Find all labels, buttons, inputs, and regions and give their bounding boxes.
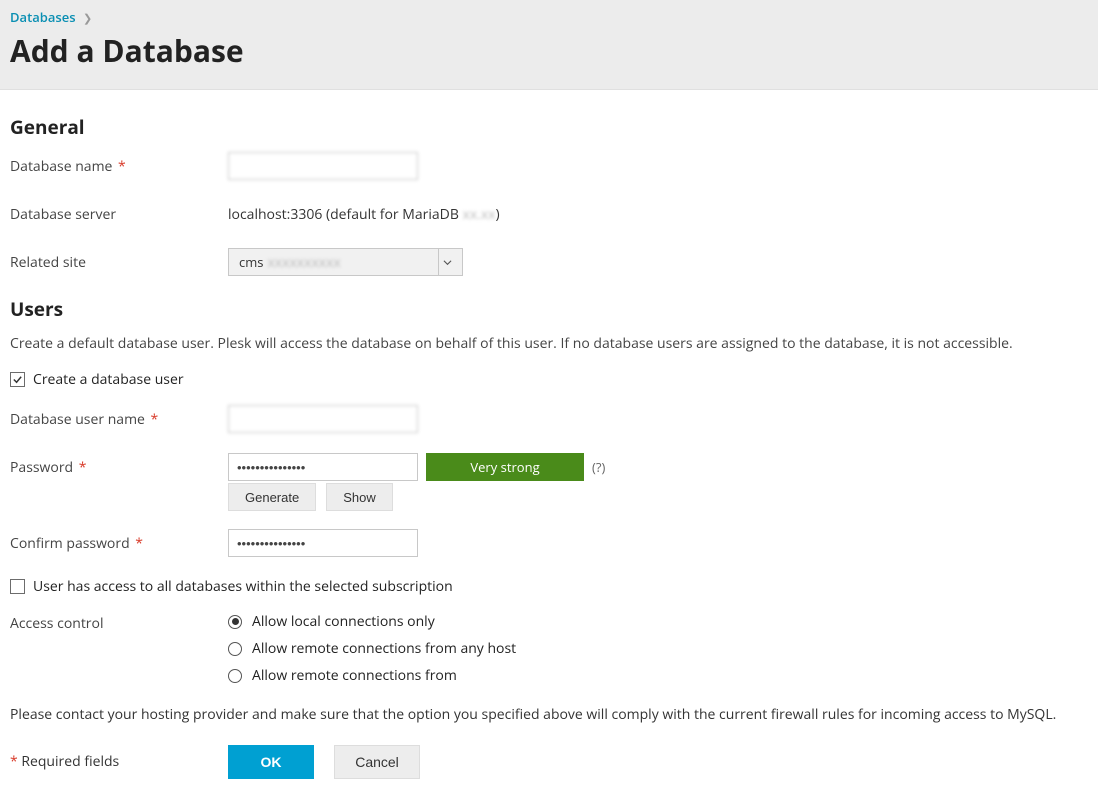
form-content: General Database name * Database server … xyxy=(0,90,1098,799)
related-site-select[interactable]: cms xxxxxxxxxx xyxy=(228,248,463,276)
radio-row-local: Allow local connections only xyxy=(228,612,516,631)
breadcrumb-link-databases[interactable]: Databases xyxy=(10,8,76,26)
required-asterisk: * xyxy=(75,458,86,477)
access-from-label: Allow remote connections from xyxy=(252,666,457,685)
chevron-down-icon xyxy=(438,249,456,275)
label-access-control: Access control xyxy=(10,612,228,633)
required-fields-note: * Required fields xyxy=(10,752,228,771)
row-confirm-password: Confirm password * xyxy=(10,529,1088,557)
create-user-checkbox[interactable] xyxy=(10,372,25,387)
create-user-checkbox-label: Create a database user xyxy=(33,370,184,389)
password-strength-badge: Very strong xyxy=(426,453,584,481)
section-users-heading: Users xyxy=(10,296,1088,322)
label-database-server: Database server xyxy=(10,205,228,224)
row-password: Password * Very strong (?) xyxy=(10,453,1088,481)
section-general-heading: General xyxy=(10,114,1088,140)
label-password: Password * xyxy=(10,458,228,477)
required-asterisk: * xyxy=(147,410,158,429)
label-confirm-password: Confirm password * xyxy=(10,534,228,553)
row-user-name: Database user name * xyxy=(10,405,1088,433)
required-asterisk: * xyxy=(114,157,125,176)
required-asterisk: * xyxy=(132,534,143,553)
access-from-radio[interactable] xyxy=(228,669,242,683)
label-user-name: Database user name * xyxy=(10,410,228,429)
row-password-buttons: Generate Show xyxy=(228,483,1088,511)
row-related-site: Related site cms xxxxxxxxxx xyxy=(10,248,1088,276)
footer-row: * Required fields OK Cancel xyxy=(10,745,1088,779)
firewall-note: Please contact your hosting provider and… xyxy=(10,705,1088,725)
user-name-input[interactable] xyxy=(228,405,418,433)
row-all-db-checkbox: User has access to all databases within … xyxy=(10,577,1088,596)
label-database-name: Database name * xyxy=(10,157,228,176)
all-databases-checkbox[interactable] xyxy=(10,579,25,594)
label-related-site: Related site xyxy=(10,253,228,272)
row-access-control: Access control Allow local connections o… xyxy=(10,612,1088,685)
row-database-name: Database name * xyxy=(10,152,1088,180)
access-control-radio-group: Allow local connections only Allow remot… xyxy=(228,612,516,685)
all-databases-checkbox-label: User has access to all databases within … xyxy=(33,577,453,596)
page-title: Add a Database xyxy=(10,30,1088,71)
users-help-text: Create a default database user. Plesk wi… xyxy=(10,334,1088,354)
access-local-label: Allow local connections only xyxy=(252,612,435,631)
radio-row-from: Allow remote connections from xyxy=(228,666,516,685)
confirm-password-input[interactable] xyxy=(228,529,418,557)
database-name-input[interactable] xyxy=(228,152,418,180)
ok-button[interactable]: OK xyxy=(228,745,314,779)
generate-button[interactable]: Generate xyxy=(228,483,316,511)
database-server-value: localhost:3306 (default for MariaDB xx.x… xyxy=(228,205,500,224)
row-database-server: Database server localhost:3306 (default … xyxy=(10,200,1088,228)
access-any-host-radio[interactable] xyxy=(228,642,242,656)
access-local-radio[interactable] xyxy=(228,615,242,629)
breadcrumb: Databases ❯ xyxy=(10,8,1088,26)
cancel-button[interactable]: Cancel xyxy=(334,745,420,779)
radio-row-any-host: Allow remote connections from any host xyxy=(228,639,516,658)
show-button[interactable]: Show xyxy=(326,483,393,511)
header-band: Databases ❯ Add a Database xyxy=(0,0,1098,90)
chevron-right-icon: ❯ xyxy=(83,11,92,26)
access-any-host-label: Allow remote connections from any host xyxy=(252,639,516,658)
row-create-user-checkbox: Create a database user xyxy=(10,370,1088,389)
password-input[interactable] xyxy=(228,453,418,481)
help-icon[interactable]: (?) xyxy=(592,458,605,476)
